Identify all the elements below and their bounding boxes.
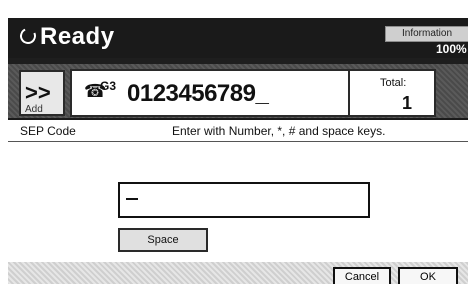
information-button[interactable]: Information [385,26,468,42]
sep-code-dialog: SEP Code Enter with Number, *, # and spa… [8,118,468,284]
destination-number: 0123456789_ [127,80,269,107]
total-panel: Total: 1 [348,69,436,117]
cancel-button[interactable]: Cancel [333,267,391,284]
dialog-header: SEP Code Enter with Number, *, # and spa… [8,120,468,142]
total-label: Total: [380,77,407,89]
space-button[interactable]: Space [118,228,208,252]
sep-code-input[interactable] [118,182,370,218]
add-label: Add [25,104,43,115]
line-label: G3 [100,79,117,93]
add-destination-button[interactable]: >> Add [19,70,65,116]
memory-percent: 100% [436,42,467,56]
dialog-title: SEP Code [20,124,76,138]
text-cursor [126,198,138,200]
add-arrows-icon: >> [25,80,51,105]
ready-status-icon [17,25,39,47]
ok-button[interactable]: OK [398,267,458,284]
device-screen: Ready Information 100% >> Add ☎ G3 01234… [8,18,468,284]
dialog-instruction: Enter with Number, *, # and space keys. [172,124,386,138]
total-value: 1 [402,93,413,113]
status-text: Ready [40,23,115,50]
status-bar: Ready Information 100% [8,18,468,58]
